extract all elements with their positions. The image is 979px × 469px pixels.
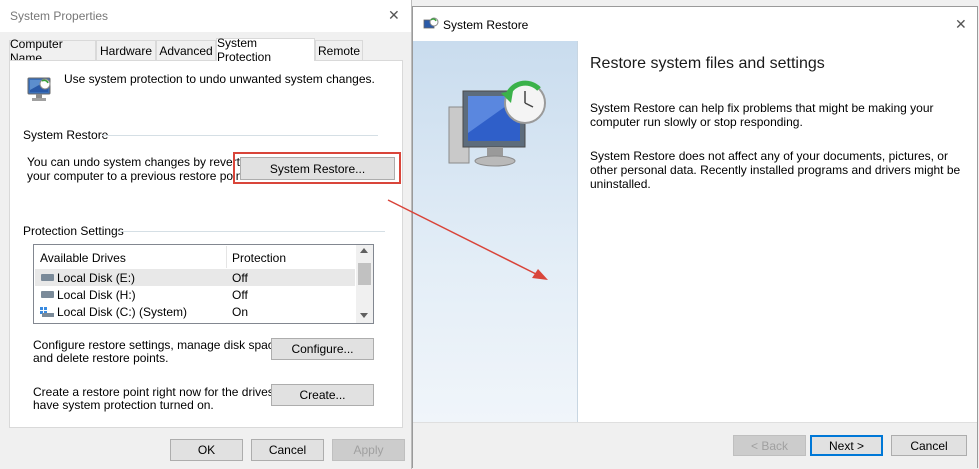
drive-name: Local Disk (C:) (System): [57, 305, 188, 319]
tab-hardware[interactable]: Hardware: [96, 40, 156, 60]
ok-button[interactable]: OK: [170, 439, 243, 461]
system-restore-illustration-icon: [443, 73, 547, 173]
wizard-paragraph2-line3: uninstalled.: [590, 177, 651, 191]
tab-advanced[interactable]: Advanced: [156, 40, 216, 60]
window-title: System Restore: [443, 18, 529, 32]
apply-button[interactable]: Apply: [332, 439, 405, 461]
tab-label: Advanced: [159, 43, 213, 58]
system-properties-window: System Properties ✕ Computer Name Hardwa…: [0, 0, 412, 469]
tab-system-protection[interactable]: System Protection: [216, 36, 315, 64]
wizard-paragraph1-line1: System Restore can help fix problems tha…: [590, 101, 934, 115]
cancel-button[interactable]: Cancel: [251, 439, 324, 461]
annotation-arrow: [387, 199, 548, 280]
restore-description-line2: your computer to a previous restore poin…: [27, 169, 250, 183]
tab-label: Hardware: [99, 43, 153, 58]
create-description-line2: have system protection turned on.: [33, 398, 214, 412]
scroll-down-icon[interactable]: [360, 313, 368, 318]
button-label: Create...: [299, 388, 346, 402]
drive-name: Local Disk (E:): [57, 271, 136, 285]
tab-label: System Protection: [217, 36, 272, 64]
create-button[interactable]: Create...: [271, 384, 374, 406]
drive-icon: [41, 274, 54, 281]
drive-protection: Off: [232, 288, 248, 302]
titlebar: System Restore ✕: [413, 7, 977, 41]
configure-button[interactable]: Configure...: [271, 338, 374, 360]
drive-protection: On: [232, 305, 249, 319]
button-label: Configure...: [291, 342, 354, 356]
wizard-paragraph1-line2: computer run slowly or stop responding.: [590, 115, 803, 129]
configure-description-line2: and delete restore points.: [33, 351, 169, 365]
next-button[interactable]: Next >: [810, 435, 883, 456]
close-icon[interactable]: ✕: [388, 7, 400, 24]
system-drive-icon: [40, 306, 54, 317]
configure-description-line1: Configure restore settings, manage disk …: [33, 338, 284, 352]
system-protection-icon: [23, 72, 55, 104]
window-title: System Properties: [10, 9, 109, 23]
intro-text: Use system protection to undo unwanted s…: [64, 72, 375, 86]
close-icon[interactable]: ✕: [955, 16, 967, 33]
button-label: Apply: [353, 443, 384, 457]
group-divider: [102, 135, 378, 136]
scroll-thumb[interactable]: [358, 263, 371, 285]
system-restore-title-icon: [423, 16, 439, 32]
button-label: System Restore...: [269, 161, 366, 176]
tab-computer-name[interactable]: Computer Name: [9, 37, 96, 65]
scroll-up-icon[interactable]: [360, 248, 368, 253]
titlebar: System Properties ✕: [0, 0, 411, 32]
button-label: Cancel: [910, 438, 948, 453]
back-button[interactable]: < Back: [733, 435, 806, 456]
tab-label: Remote: [317, 43, 361, 58]
restore-description-line1: You can undo system changes by reverting: [27, 155, 257, 169]
column-header-drives[interactable]: Available Drives: [40, 251, 126, 265]
button-label: < Back: [750, 438, 789, 453]
column-header-protection[interactable]: Protection: [232, 251, 286, 265]
column-divider: [226, 246, 227, 268]
button-label: Next >: [828, 438, 864, 453]
protection-settings-group-label: Protection Settings: [23, 224, 124, 238]
create-description-line1: Create a restore point right now for the…: [33, 385, 298, 399]
system-restore-group-label: System Restore: [23, 128, 109, 142]
tab-remote[interactable]: Remote: [315, 40, 363, 60]
drive-icon: [41, 291, 54, 298]
button-label: Cancel: [268, 443, 307, 457]
drive-name: Local Disk (H:): [57, 288, 136, 302]
system-restore-button[interactable]: System Restore...: [240, 157, 395, 180]
drive-protection: Off: [232, 271, 248, 285]
button-label: OK: [197, 443, 216, 457]
cancel-button[interactable]: Cancel: [891, 435, 967, 456]
wizard-heading: Restore system files and settings: [590, 55, 825, 72]
group-divider: [117, 231, 385, 232]
wizard-paragraph2-line1: System Restore does not affect any of yo…: [590, 149, 948, 163]
wizard-paragraph2-line2: other personal data. Recently installed …: [590, 163, 961, 177]
list-scrollbar[interactable]: [356, 245, 373, 323]
